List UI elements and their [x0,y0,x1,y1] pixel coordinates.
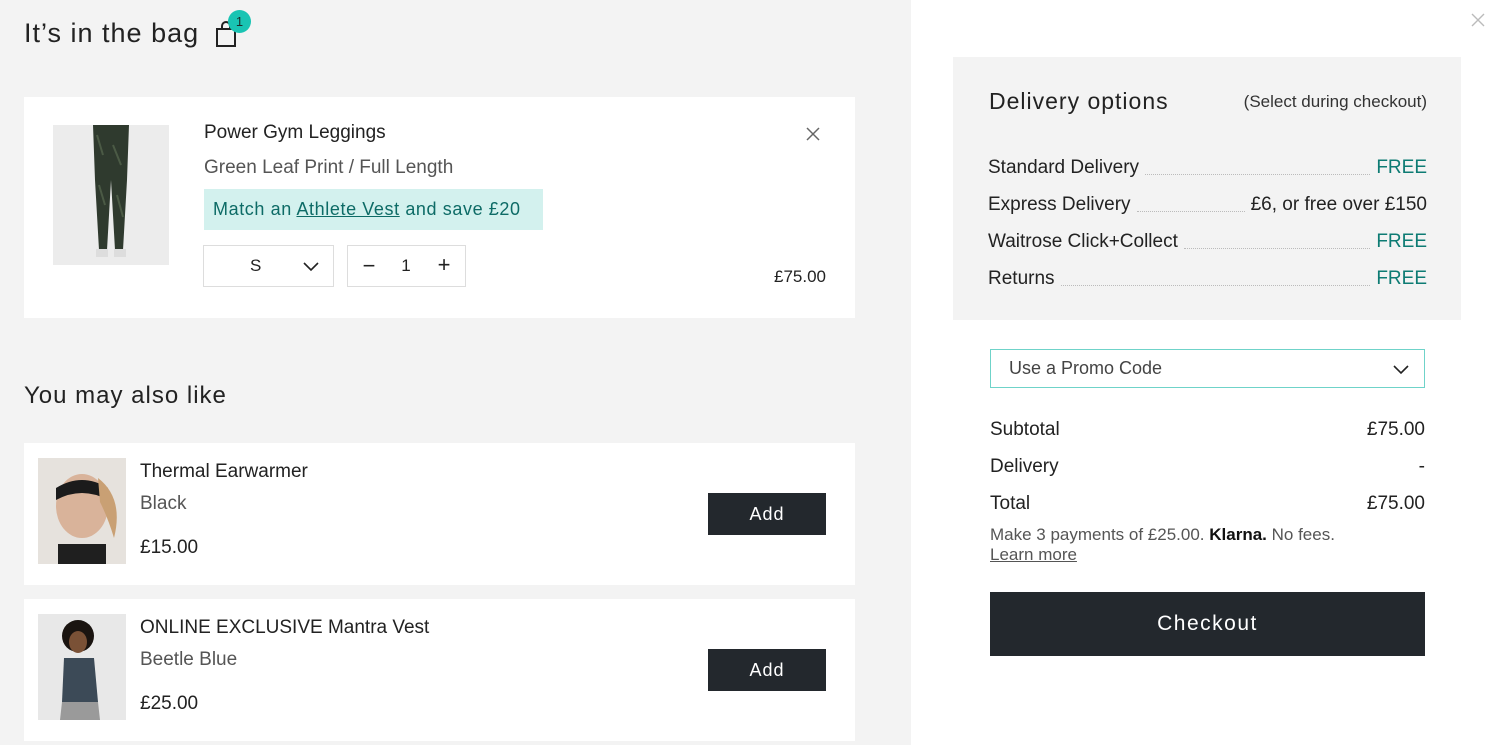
delivery-title: Delivery options [989,88,1169,114]
page-title: It’s in the bag [24,18,200,48]
checkout-button[interactable]: Checkout [990,592,1425,656]
delivery-option: Waitrose Click+Collect FREE [988,227,1427,253]
quantity-value: 1 [401,256,411,275]
bundle-offer-banner: Match an Athlete Vest and save £20 [204,189,543,230]
promo-code-dropdown[interactable]: Use a Promo Code [990,349,1425,388]
dotted-leader [1136,211,1245,212]
klarna-text-suffix: No fees. [1266,525,1335,544]
delivery-label: Delivery [990,456,1059,477]
offer-text-prefix: Match an [213,199,297,219]
total-row: Total £75.00 [990,493,1425,515]
size-value: S [250,256,262,275]
product-name[interactable]: ONLINE EXCLUSIVE Mantra Vest [140,617,429,639]
klarna-text-prefix: Make 3 payments of £25.00. [990,525,1210,544]
delivery-note: (Select during checkout) [1243,92,1427,111]
delivery-option-value: FREE [1376,157,1427,178]
bag-count-badge: 1 [228,10,251,33]
offer-text-suffix: and save £20 [399,199,521,219]
product-color: Beetle Blue [140,649,238,670]
delivery-option: Standard Delivery FREE [988,153,1427,179]
product-color: Black [140,493,187,514]
delivery-row: Delivery - [990,456,1425,478]
learn-more-link[interactable]: Learn more [990,545,1077,565]
size-select[interactable]: S [203,245,334,287]
dotted-leader [1183,248,1371,249]
quantity-stepper: − 1 + [347,245,466,287]
add-button[interactable]: Add [708,649,826,691]
total-value: £75.00 [1366,493,1425,514]
total-label: Total [990,493,1031,514]
recommendations-title: You may also like [24,382,227,409]
chevron-down-icon [1393,365,1409,375]
delivery-option-value: £6, or free over £150 [1250,194,1427,215]
recommendation-item: Thermal Earwarmer Black £15.00 Add [24,443,855,585]
athlete-vest-link[interactable]: Athlete Vest [296,199,399,219]
product-image[interactable] [53,125,169,265]
close-icon[interactable] [803,124,823,144]
subtotal-row: Subtotal £75.00 [990,419,1425,441]
dotted-leader [1145,174,1371,175]
bag-panel: It’s in the bag 1 Power Gym Leggings Gre… [0,0,911,745]
delivery-option-label: Standard Delivery [988,157,1140,178]
klarna-message: Make 3 payments of £25.00. Klarna. No fe… [990,525,1335,545]
subtotal-value: £75.00 [1366,419,1425,440]
add-button[interactable]: Add [708,493,826,535]
promo-code-label: Use a Promo Code [1009,358,1163,378]
subtotal-label: Subtotal [990,419,1060,440]
klarna-brand: Klarna. [1209,525,1267,544]
product-price: £75.00 [774,267,826,286]
product-price: £25.00 [140,693,199,714]
order-summary-panel: Delivery options (Select during checkout… [911,0,1500,745]
delivery-value: - [1418,456,1425,477]
product-name[interactable]: Thermal Earwarmer [140,461,308,483]
chevron-down-icon [303,262,319,272]
product-variant: Green Leaf Print / Full Length [204,157,454,178]
delivery-options-box: Delivery options (Select during checkout… [953,57,1461,320]
product-image[interactable] [38,458,126,564]
delivery-option: Returns FREE [988,264,1427,290]
dotted-leader [1060,285,1371,286]
delivery-option-value: FREE [1376,268,1427,289]
delivery-option-label: Waitrose Click+Collect [988,231,1178,252]
delivery-option: Express Delivery £6, or free over £150 [988,190,1427,216]
cart-item: Power Gym Leggings Green Leaf Print / Fu… [24,97,855,318]
decrease-quantity-button[interactable]: − [360,255,378,277]
product-image[interactable] [38,614,126,720]
delivery-option-value: FREE [1376,231,1427,252]
close-icon[interactable] [1469,11,1487,29]
delivery-option-label: Returns [988,268,1055,289]
product-name[interactable]: Power Gym Leggings [204,122,386,144]
recommendation-item: ONLINE EXCLUSIVE Mantra Vest Beetle Blue… [24,599,855,741]
increase-quantity-button[interactable]: + [434,254,454,276]
product-price: £15.00 [140,537,199,558]
delivery-option-label: Express Delivery [988,194,1131,215]
